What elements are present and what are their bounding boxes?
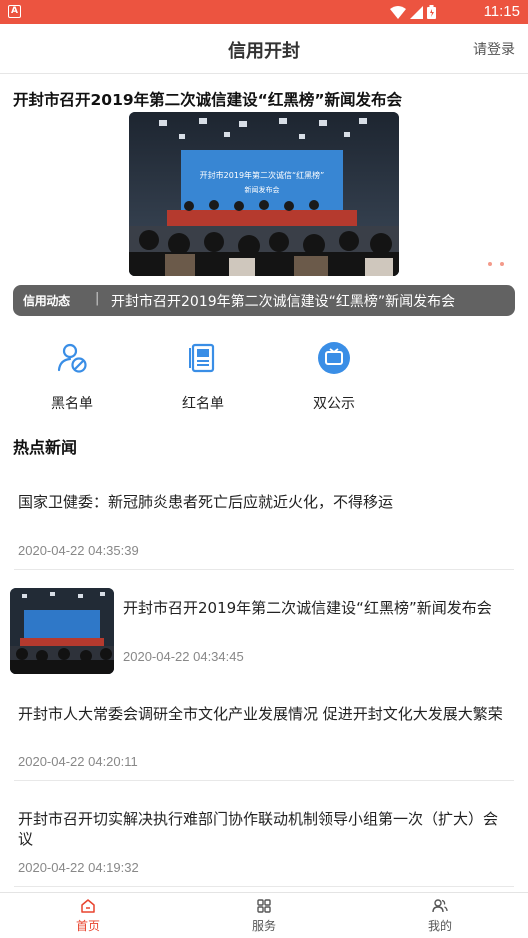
status-icons — [390, 5, 436, 19]
tab-mine[interactable]: 我的 — [400, 897, 480, 934]
ticker-tag: 信用动态 — [23, 294, 70, 308]
banner-image[interactable]: 开封市2019年第二次诚信“红黑榜” 新闻发布会 — [129, 112, 399, 276]
double-publicity-button[interactable]: 双公示 — [289, 340, 379, 413]
news-ticker[interactable]: 信用动态 | 开封市召开2019年第二次诚信建设“红黑榜”新闻发布会 — [13, 285, 515, 316]
section-title: 热点新闻 — [13, 438, 78, 457]
ticker-text[interactable]: 开封市召开2019年第二次诚信建设“红黑榜”新闻发布会 — [111, 291, 455, 311]
tab-services[interactable]: 服务 — [224, 897, 304, 934]
tab-home-label: 首页 — [75, 919, 100, 933]
news-item[interactable]: 开封市人大常委会调研全市文化产业发展情况 促进开封文化大发展大繁荣 2020-0… — [0, 686, 528, 782]
blacklist-person-icon — [57, 343, 87, 373]
tv-display-icon — [318, 342, 350, 374]
tab-services-label: 服务 — [251, 919, 276, 933]
banner-image-caption-1: 开封市2019年第二次诚信“红黑榜” — [200, 170, 325, 180]
page-title: 信用开封 — [228, 41, 300, 62]
news-item[interactable]: 开封市召开2019年第二次诚信建设“红黑榜”新闻发布会 2020-04-22 0… — [0, 570, 528, 686]
divider — [14, 780, 514, 781]
redlist-book-icon — [189, 343, 215, 373]
ticker-separator: | — [95, 291, 100, 306]
news-date: 2020-04-22 04:20:11 — [18, 754, 138, 769]
user-profile-icon — [432, 899, 448, 913]
notification-icon: A — [8, 5, 21, 18]
grid-service-icon — [257, 899, 271, 913]
carousel-indicator[interactable] — [488, 262, 504, 266]
redlist-label: 红名单 — [182, 396, 224, 412]
divider — [14, 886, 514, 887]
news-date: 2020-04-22 04:35:39 — [18, 543, 139, 558]
double-publicity-label: 双公示 — [313, 396, 355, 412]
news-title[interactable]: 开封市人大常委会调研全市文化产业发展情况 促进开封文化大发展大繁荣 — [18, 704, 508, 724]
news-date: 2020-04-22 04:19:32 — [18, 860, 139, 875]
status-bar: A 11:15 — [0, 0, 528, 24]
news-item[interactable]: 国家卫健委：新冠肺炎患者死亡后应就近火化，不得移运 2020-04-22 04:… — [0, 482, 528, 570]
app-header: 信用开封 请登录 — [0, 24, 528, 74]
tab-mine-label: 我的 — [427, 919, 452, 933]
tab-home[interactable]: 首页 — [48, 897, 128, 934]
banner-image-caption-2: 新闻发布会 — [245, 185, 280, 194]
news-title[interactable]: 开封市召开切实解决执行难部门协作联动机制领导小组第一次（扩大）会议 — [18, 809, 508, 849]
blacklist-label: 黑名单 — [51, 396, 93, 412]
login-link[interactable]: 请登录 — [473, 39, 515, 59]
news-title[interactable]: 开封市召开2019年第二次诚信建设“红黑榜”新闻发布会 — [123, 598, 514, 618]
status-time: 11:15 — [483, 3, 520, 20]
signal-icon — [410, 5, 423, 19]
news-title[interactable]: 国家卫健委：新冠肺炎患者死亡后应就近火化，不得移运 — [18, 492, 508, 512]
battery-icon — [427, 5, 436, 19]
redlist-button[interactable]: 红名单 — [158, 340, 248, 413]
news-item[interactable]: 开封市召开切实解决执行难部门协作联动机制领导小组第一次（扩大）会议 2020-0… — [0, 782, 528, 890]
press-conference-photo: 开封市2019年第二次诚信“红黑榜” 新闻发布会 — [129, 112, 399, 276]
blacklist-button[interactable]: 黑名单 — [27, 340, 117, 413]
home-icon — [81, 899, 95, 913]
wifi-icon — [390, 5, 406, 19]
bottom-tab-bar: 首页 服务 我的 — [0, 892, 528, 938]
news-date: 2020-04-22 04:34:45 — [123, 649, 244, 664]
banner-title[interactable]: 开封市召开2019年第二次诚信建设“红黑榜”新闻发布会 — [13, 88, 402, 110]
